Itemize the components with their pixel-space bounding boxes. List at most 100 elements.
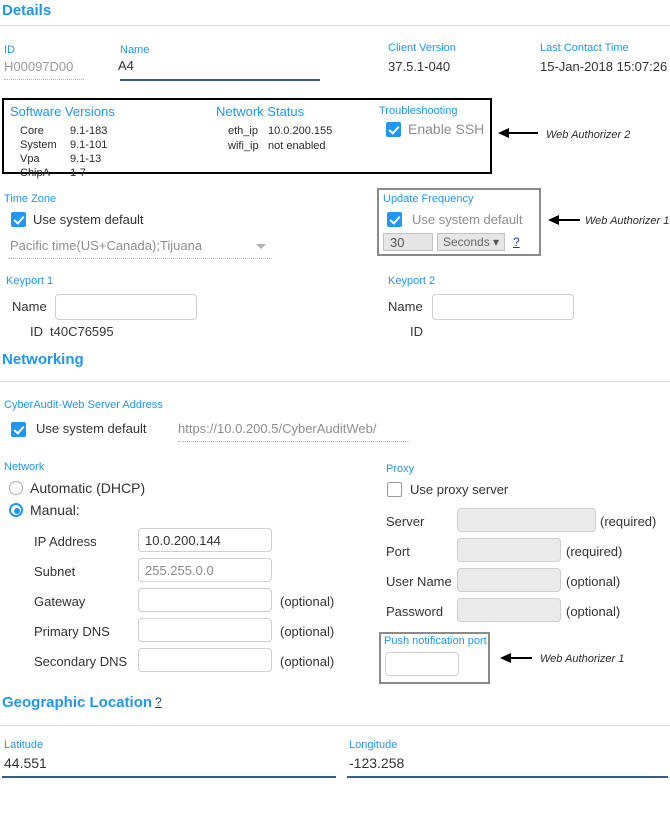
time-zone-use-default-label: Use system default: [33, 212, 144, 227]
gateway-label: Gateway: [34, 594, 86, 609]
network-status-title: Network Status: [216, 104, 305, 119]
cyberaudit-use-default-label: Use system default: [36, 421, 147, 436]
sw-row-system-value: 9.1-101: [70, 139, 108, 151]
last-contact-label: Last Contact Time: [540, 42, 629, 54]
primary-dns-label: Primary DNS: [34, 624, 110, 639]
push-notification-label: Push notification port: [384, 635, 487, 647]
proxy-username-label: User Name: [386, 574, 452, 589]
enable-ssh-checkbox[interactable]: [386, 122, 401, 137]
section-header-geo-text: Geographic Location: [2, 694, 153, 711]
keyport2-name-input[interactable]: [432, 294, 574, 320]
secondary-dns-label: Secondary DNS: [34, 654, 128, 669]
client-version-label: Client Version: [388, 42, 456, 54]
cyberaudit-address-underline: [178, 441, 410, 442]
arrow-left-icon-update: [548, 215, 580, 225]
keyport2-name-label: Name: [388, 299, 423, 314]
id-value: H00097D00: [4, 59, 74, 74]
update-frequency-label: Update Frequency: [383, 193, 474, 205]
proxy-password-input[interactable]: [457, 598, 561, 622]
cyberaudit-address-value[interactable]: https://10.0.200.5/CyberAuditWeb/: [178, 421, 377, 436]
time-zone-use-default-checkbox[interactable]: [11, 212, 26, 227]
update-frequency-use-default-checkbox[interactable]: [387, 212, 402, 227]
time-zone-select-value[interactable]: Pacific time(US+Canada);Tijuana: [10, 238, 202, 253]
device-settings-page: Details ID H00097D00 Name Client Version…: [0, 0, 670, 834]
client-version-value: 37.5.1-040: [388, 59, 451, 74]
annotation-web-authorizer-1-push: Web Authorizer 1: [540, 653, 625, 665]
network-mode-automatic-radio[interactable]: [9, 481, 23, 495]
keyport2-title: Keyport 2: [388, 275, 436, 287]
net-row-eth-value: 10.0.200.155: [268, 125, 333, 137]
keyport1-id-value: t40C76595: [50, 324, 114, 339]
proxy-username-note: (optional): [566, 574, 621, 589]
latitude-input[interactable]: [2, 753, 332, 773]
sw-row-system-name: System: [20, 139, 57, 151]
software-versions-title: Software Versions: [10, 104, 115, 119]
annotation-web-authorizer-2: Web Authorizer 2: [546, 129, 631, 141]
keyport1-id-label: ID: [30, 324, 43, 339]
proxy-server-label: Server: [386, 514, 425, 529]
chevron-down-icon-unit: ▾: [492, 235, 499, 249]
push-notification-port-input[interactable]: [385, 652, 459, 676]
divider-details: [0, 25, 670, 26]
ip-address-label: IP Address: [34, 534, 97, 549]
network-mode-automatic-label: Automatic (DHCP): [30, 480, 146, 496]
sw-row-core-value: 9.1-183: [70, 125, 108, 137]
name-input[interactable]: [118, 55, 324, 75]
proxy-password-note: (optional): [566, 604, 621, 619]
arrow-left-icon-ssh: [498, 128, 538, 138]
time-zone-underline: [8, 258, 272, 259]
annotation-web-authorizer-1-update: Web Authorizer 1: [585, 215, 670, 227]
update-frequency-help-link[interactable]: ?: [513, 235, 520, 249]
ip-address-input[interactable]: [138, 528, 272, 552]
net-row-eth-name: eth_ip: [228, 125, 258, 137]
network-mode-manual-label: Manual:: [30, 502, 80, 518]
section-header-networking: Networking: [2, 351, 84, 368]
cyberaudit-label: CyberAudit-Web Server Address: [4, 399, 163, 411]
keyport1-title: Keyport 1: [6, 275, 54, 287]
sw-row-core-name: Core: [20, 125, 44, 137]
sw-row-chipa-value: 1-7: [70, 167, 86, 179]
keyport2-id-label: ID: [410, 324, 423, 339]
gateway-note: (optional): [280, 594, 335, 609]
time-zone-label: Time Zone: [4, 193, 57, 205]
divider-networking: [0, 381, 670, 382]
update-interval-input[interactable]: [383, 233, 433, 251]
update-frequency-use-default-label: Use system default: [412, 212, 523, 227]
proxy-port-label: Port: [386, 544, 410, 559]
longitude-input[interactable]: [347, 753, 665, 773]
proxy-username-input[interactable]: [457, 568, 561, 592]
id-underline: [4, 79, 84, 80]
keyport1-name-label: Name: [12, 299, 47, 314]
subnet-input[interactable]: [138, 558, 272, 582]
longitude-underline: [347, 776, 668, 778]
use-proxy-server-checkbox[interactable]: [387, 482, 402, 497]
proxy-server-input[interactable]: [457, 508, 596, 532]
section-header-geo: Geographic Location?: [2, 694, 162, 711]
latitude-underline: [2, 776, 336, 778]
network-mode-manual-radio[interactable]: [9, 503, 23, 517]
chevron-down-icon-timezone[interactable]: [256, 244, 266, 249]
latitude-label: Latitude: [4, 739, 44, 751]
network-label: Network: [4, 461, 45, 473]
arrow-left-icon-push: [500, 653, 532, 663]
id-label: ID: [4, 44, 15, 56]
longitude-label: Longitude: [349, 739, 398, 751]
cyberaudit-use-default-checkbox[interactable]: [11, 422, 26, 437]
name-underline: [120, 79, 320, 81]
enable-ssh-label: Enable SSH: [408, 121, 485, 137]
geo-help-link[interactable]: ?: [155, 695, 162, 709]
secondary-dns-input[interactable]: [138, 648, 272, 672]
keyport1-name-input[interactable]: [55, 294, 197, 320]
gateway-input[interactable]: [138, 588, 272, 612]
update-unit-select[interactable]: Seconds ▾: [437, 233, 505, 251]
net-row-wifi-value: not enabled: [268, 140, 326, 152]
net-row-wifi-name: wifi_ip: [228, 140, 259, 152]
primary-dns-note: (optional): [280, 624, 335, 639]
use-proxy-server-label: Use proxy server: [410, 482, 509, 497]
sw-row-vpa-value: 9.1-13: [70, 153, 102, 165]
proxy-password-label: Password: [386, 604, 444, 619]
proxy-port-input[interactable]: [457, 538, 561, 562]
primary-dns-input[interactable]: [138, 618, 272, 642]
subnet-label: Subnet: [34, 564, 76, 579]
divider-geo: [0, 725, 670, 726]
